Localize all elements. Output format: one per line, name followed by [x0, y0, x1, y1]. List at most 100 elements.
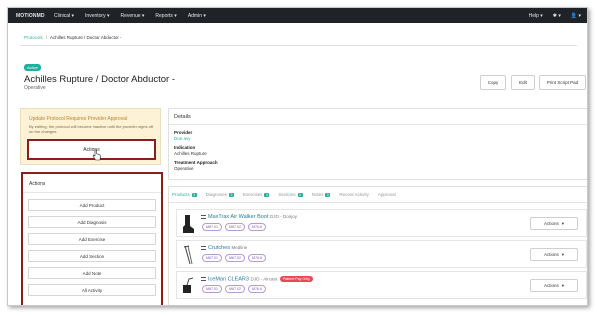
add-exercise-button[interactable]: Add Exercise: [28, 233, 156, 245]
top-navbar: MOTIONMD Clinical ▾ Inventory ▾ Revenue …: [8, 8, 587, 23]
actions-label: Actions: [543, 283, 559, 288]
menu-admin[interactable]: Admin ▾: [188, 13, 206, 19]
diagnosis-chip[interactable]: M67.01: [202, 223, 222, 231]
walker-boot-image: [183, 215, 194, 233]
product-manufacturer: DJO - Donjoy: [269, 214, 297, 219]
tab-label: Products: [172, 192, 190, 197]
diagnosis-chip[interactable]: M67.02: [225, 223, 245, 231]
app-logo[interactable]: MOTIONMD: [16, 13, 52, 19]
product-manufacturer: Medline: [231, 245, 248, 250]
page-title: Achilles Rupture / Doctor Abductor -: [24, 74, 176, 85]
divider: [23, 192, 161, 193]
tab-label: Notes: [311, 192, 324, 197]
protocol-content-panel: Products 3 Diagnoses 3 Exercises 0 Sections…: [168, 186, 587, 305]
breadcrumb-separator: /: [45, 34, 48, 40]
add-product-button[interactable]: Add Product: [28, 199, 156, 211]
diagnosis-chip[interactable]: M76.6: [248, 254, 266, 262]
diagnosis-chip[interactable]: M76.6: [248, 223, 266, 231]
tab-count-badge: 0: [264, 192, 270, 197]
actions-panel: Actions Add Product Add Diagnosis Add Ex…: [21, 172, 163, 305]
caret-down-icon: ▾: [561, 251, 565, 257]
product-actions-button[interactable]: Actions ▾: [530, 217, 578, 230]
product-name[interactable]: IceMan CLEAR3 DJO - Aircast Patient Pay O…: [201, 276, 313, 282]
tab-exercises[interactable]: Exercises 0: [242, 192, 270, 197]
tab-bar: Products 3 Diagnoses 3 Exercises 0 Sections…: [172, 192, 396, 197]
list-icon: [201, 245, 206, 250]
tab-approval[interactable]: Approval: [378, 192, 396, 197]
mouse-pointer-icon: [92, 149, 101, 161]
diagnosis-chip[interactable]: M76.6: [248, 285, 266, 293]
provider-value-link[interactable]: Doe asy: [174, 136, 191, 141]
diagnosis-codes: M67.01 M67.02 M76.6: [202, 254, 266, 262]
tab-recent-activity[interactable]: Recent Activity: [339, 192, 369, 197]
tab-count-badge: 0: [325, 192, 331, 197]
tab-label: Approval: [377, 192, 396, 197]
divider: [169, 124, 587, 125]
actions-label: Actions: [543, 252, 559, 257]
tab-label: Exercises: [242, 192, 263, 197]
treatment-label: Treatment Approach: [174, 160, 218, 165]
product-row: MaxTrax Air Walker Boot DJO - Donjoy M67…: [176, 209, 587, 237]
tab-count-badge: 3: [228, 192, 234, 197]
menu-help[interactable]: Help ▾: [529, 13, 543, 19]
warning-text: By editing, the protocol will become ina…: [29, 124, 153, 135]
breadcrumb-protocols[interactable]: Protocols: [24, 35, 43, 40]
add-section-button[interactable]: Add Section: [28, 250, 156, 262]
diagnosis-codes: M67.01 M67.02 M76.6: [202, 223, 266, 231]
diagnosis-chip[interactable]: M67.01: [202, 285, 222, 293]
treatment-value: Operative: [174, 166, 194, 171]
product-name[interactable]: Crutches Medline: [201, 245, 247, 251]
tab-count-badge: 0: [297, 192, 303, 197]
tab-diagnoses[interactable]: Diagnoses 3: [206, 192, 234, 197]
menu-inventory[interactable]: Inventory ▾: [85, 13, 109, 19]
add-note-button[interactable]: Add Note: [28, 267, 156, 279]
details-panel: Details Provider Doe asy Indication Achi…: [168, 108, 587, 180]
edit-button[interactable]: Edit: [511, 75, 535, 90]
product-row: Crutches Medline M67.01 M67.02 M76.6 Act…: [176, 240, 587, 268]
caret-down-icon: ▾: [561, 282, 565, 288]
list-icon: [201, 214, 206, 219]
caret-down-icon: ▾: [561, 220, 565, 226]
indication-value: Achilles Rupture: [174, 151, 207, 156]
crutches-image: [183, 245, 193, 265]
product-row: IceMan CLEAR3 DJO - Aircast Patient Pay O…: [176, 271, 587, 299]
settings-menu-icon[interactable]: ✱ ▾: [553, 13, 561, 19]
details-heading: Details: [174, 114, 191, 120]
app-window: MOTIONMD Clinical ▾ Inventory ▾ Revenue …: [7, 7, 588, 306]
diagnosis-chip[interactable]: M67.02: [225, 254, 245, 262]
tab-notes[interactable]: Notes 0: [312, 192, 331, 197]
product-name[interactable]: MaxTrax Air Walker Boot DJO - Donjoy: [201, 214, 297, 220]
list-icon: [201, 277, 206, 281]
menu-revenue[interactable]: Revenue ▾: [120, 13, 144, 19]
product-actions-button[interactable]: Actions ▾: [530, 279, 578, 292]
divider: [169, 202, 587, 203]
product-name-text: IceMan CLEAR3: [208, 276, 249, 283]
add-diagnosis-button[interactable]: Add Diagnosis: [28, 216, 156, 228]
right-menu: Help ▾ ✱ ▾ 👤 ▾: [529, 13, 581, 19]
menu-clinical[interactable]: Clinical ▾: [54, 13, 74, 19]
actions-panel-title: Actions: [29, 181, 46, 187]
diagnosis-codes: M67.01 M67.02 M76.6: [202, 285, 266, 293]
warning-title: Update Protocol Requires Provider Approv…: [29, 116, 128, 122]
tab-products[interactable]: Products 3: [172, 192, 197, 197]
product-name-text: Crutches: [208, 245, 231, 251]
tab-sections[interactable]: Sections 0: [278, 192, 303, 197]
status-badge: Active: [24, 64, 41, 71]
diagnosis-chip[interactable]: M67.02: [225, 285, 245, 293]
print-script-pad-button[interactable]: Print Script Pad: [539, 75, 586, 90]
diagnosis-chip[interactable]: M67.01: [202, 254, 222, 262]
provider-label: Provider: [174, 130, 193, 135]
product-name-text: MaxTrax Air Walker Boot: [208, 214, 269, 220]
tab-label: Recent Activity: [339, 192, 369, 197]
all-activity-button[interactable]: All Activity: [28, 284, 156, 296]
iceman-device-image: [183, 277, 194, 293]
breadcrumb: Protocols / Achilles Rupture / Doctor Ab…: [20, 29, 577, 46]
copy-button[interactable]: Copy: [480, 75, 506, 90]
indication-label: Indication: [174, 145, 196, 150]
menu-reports[interactable]: Reports ▾: [155, 13, 176, 19]
page-subtitle: Operative: [24, 85, 46, 91]
actions-label: Actions: [543, 221, 559, 226]
breadcrumb-current: Achilles Rupture / Doctor Abductor -: [50, 34, 122, 40]
product-actions-button[interactable]: Actions ▾: [530, 248, 578, 261]
user-menu-icon[interactable]: 👤 ▾: [571, 13, 581, 19]
